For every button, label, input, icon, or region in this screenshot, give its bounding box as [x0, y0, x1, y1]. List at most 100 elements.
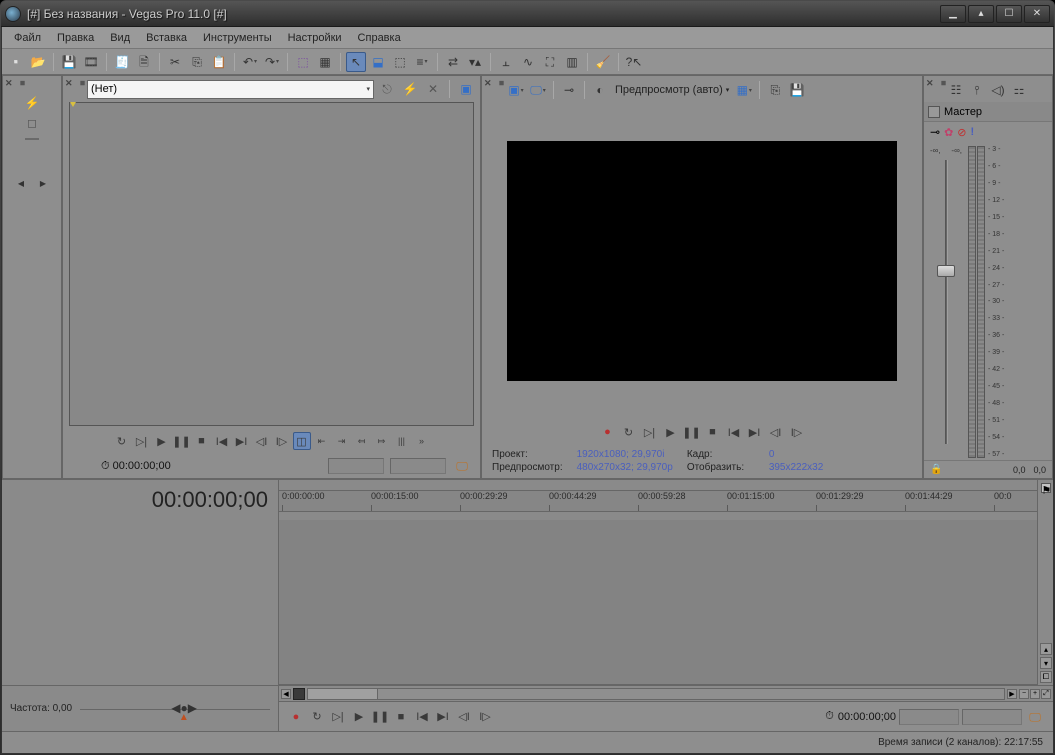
snap-grid-button[interactable]: ▾▴: [465, 52, 485, 72]
stop-button[interactable]: ■: [704, 423, 722, 441]
properties2-button[interactable]: 🗎: [134, 52, 154, 72]
preview-save-frame-button[interactable]: 💾: [787, 80, 807, 100]
go-end-button[interactable]: ▶I: [434, 708, 452, 726]
menu-insert[interactable]: Вставка: [138, 29, 195, 47]
play-button[interactable]: ▶: [153, 432, 171, 450]
dyn-ram-button[interactable]: ▥: [562, 52, 582, 72]
transport-a-icon[interactable]: ⇤: [313, 432, 331, 450]
master-btn2[interactable]: ⫯: [967, 80, 987, 100]
more-tools-button[interactable]: ≡: [412, 52, 432, 72]
play-button[interactable]: ▶: [350, 708, 368, 726]
cleanup-button[interactable]: 🧹: [593, 52, 613, 72]
trimmer-flash-icon[interactable]: ⚡: [400, 79, 420, 99]
trimmer-screen-icon[interactable]: ▣: [456, 79, 476, 99]
ignore-group-button[interactable]: ⛶: [540, 52, 560, 72]
footer-field1[interactable]: [899, 709, 959, 725]
prev-frame-button[interactable]: ◁I: [455, 708, 473, 726]
panel-close-icon[interactable]: ✕: [65, 78, 73, 89]
play-from-start-button[interactable]: ▷|: [641, 423, 659, 441]
h-scrollbar[interactable]: [307, 688, 1005, 700]
add-to-timeline-button[interactable]: ◫: [293, 432, 311, 450]
preview-fx-button[interactable]: ⊸: [559, 80, 579, 100]
pause-button[interactable]: ❚❚: [371, 708, 389, 726]
trimmer-fx-icon[interactable]: ⎋: [377, 79, 397, 99]
new-button[interactable]: ▫️: [6, 52, 26, 72]
trimmer-field1[interactable]: [328, 458, 384, 474]
zoom-in-v-button[interactable]: ▴: [1040, 643, 1052, 655]
master-checkbox[interactable]: [928, 106, 940, 118]
prev-frame-button[interactable]: ◁I: [253, 432, 271, 450]
zoom-out-h-button[interactable]: −: [1019, 689, 1029, 699]
master-btn3[interactable]: ◁): [988, 80, 1008, 100]
pause-button[interactable]: ❚❚: [683, 423, 701, 441]
next-frame-button[interactable]: I▷: [476, 708, 494, 726]
trimmer-field2[interactable]: [390, 458, 446, 474]
properties-button[interactable]: 🧾: [112, 52, 132, 72]
explorer-square-icon[interactable]: ◻: [23, 114, 41, 132]
explorer-flash-icon[interactable]: ⚡: [23, 94, 41, 112]
loop-button[interactable]: ↻: [620, 423, 638, 441]
snap-button[interactable]: ⬚: [293, 52, 313, 72]
trimmer-mon-icon[interactable]: 🖵: [452, 456, 472, 476]
select-tool-button[interactable]: ⬚: [390, 52, 410, 72]
trimmer-media-select[interactable]: (Нет): [87, 80, 374, 99]
preview-grid-button[interactable]: ▦: [734, 80, 754, 100]
menu-help[interactable]: Справка: [350, 29, 409, 47]
explorer-prev[interactable]: ◀: [11, 173, 31, 193]
open-button[interactable]: 📂: [28, 52, 48, 72]
go-end-button[interactable]: ▶I: [233, 432, 251, 450]
render-button[interactable]: 🎞: [81, 52, 101, 72]
record-button[interactable]: ●: [287, 708, 305, 726]
master-btn4[interactable]: ⚏: [1009, 80, 1029, 100]
trimmer-delete-icon[interactable]: ✕: [423, 79, 443, 99]
transport-b-icon[interactable]: ⇥: [333, 432, 351, 450]
next-frame-button[interactable]: I▷: [273, 432, 291, 450]
menu-options[interactable]: Настройки: [280, 29, 350, 47]
go-start-button[interactable]: I◀: [725, 423, 743, 441]
timeline-ruler[interactable]: 0:00:00:0000:00:15:0000:00:29:2900:00:44…: [279, 490, 1037, 512]
next-frame-button[interactable]: I▷: [788, 423, 806, 441]
copy-button[interactable]: ⎘: [187, 52, 207, 72]
track-area[interactable]: [279, 520, 1037, 685]
master-mute-icon[interactable]: ⊘: [957, 126, 966, 139]
menu-view[interactable]: Вид: [102, 29, 138, 47]
master-solo-icon[interactable]: !: [971, 126, 975, 138]
pause-button[interactable]: ❚❚: [173, 432, 191, 450]
footer-field2[interactable]: [962, 709, 1022, 725]
preview-device-button[interactable]: ▣: [506, 80, 526, 100]
zoom-fit-button[interactable]: ⤢: [1041, 689, 1051, 699]
scroll-right-button[interactable]: ▶: [1007, 689, 1017, 699]
auto-crossfade-button[interactable]: ⇄: [443, 52, 463, 72]
menu-tools[interactable]: Инструменты: [195, 29, 280, 47]
cut-button[interactable]: ✂: [165, 52, 185, 72]
play-from-start-button[interactable]: ▷|: [329, 708, 347, 726]
record-button[interactable]: ●: [599, 423, 617, 441]
zoom-in-h-button[interactable]: +: [1030, 689, 1040, 699]
transport-d-icon[interactable]: ⤇: [373, 432, 391, 450]
zoom-out-v-button[interactable]: ▾: [1040, 657, 1052, 669]
panel-close-icon[interactable]: ✕: [484, 78, 492, 89]
minimize-button[interactable]: ▁: [940, 5, 966, 23]
go-start-button[interactable]: I◀: [413, 708, 431, 726]
play-button[interactable]: ▶: [662, 423, 680, 441]
panel-close-icon[interactable]: ✕: [5, 78, 13, 89]
fader-knob[interactable]: [937, 265, 955, 277]
prev-frame-button[interactable]: ◁I: [767, 423, 785, 441]
panel-close-icon[interactable]: ✕: [926, 78, 934, 89]
preview-quality-dropdown[interactable]: Предпросмотр (авто): [612, 84, 732, 96]
loop-button[interactable]: ↻: [308, 708, 326, 726]
preview-split-button[interactable]: ◐: [590, 80, 610, 100]
explorer-next[interactable]: ▶: [33, 173, 53, 193]
scroll-left-button[interactable]: ◀: [281, 689, 291, 699]
lock-env-button[interactable]: ∿: [518, 52, 538, 72]
auto-ripple-button[interactable]: ▦: [315, 52, 335, 72]
transport-slider-icon[interactable]: |||: [393, 432, 411, 450]
marker-flag-icon[interactable]: ⚑: [1041, 483, 1051, 493]
preview-ext-button[interactable]: 🖵: [528, 80, 548, 100]
stop-button[interactable]: ■: [193, 432, 211, 450]
master-fader[interactable]: -∞, -∞,: [928, 146, 964, 458]
menu-edit[interactable]: Правка: [49, 29, 102, 47]
transport-c-icon[interactable]: ⤆: [353, 432, 371, 450]
lock-icon[interactable]: 🔒: [930, 464, 942, 475]
maximize-button[interactable]: ☐: [996, 5, 1022, 23]
